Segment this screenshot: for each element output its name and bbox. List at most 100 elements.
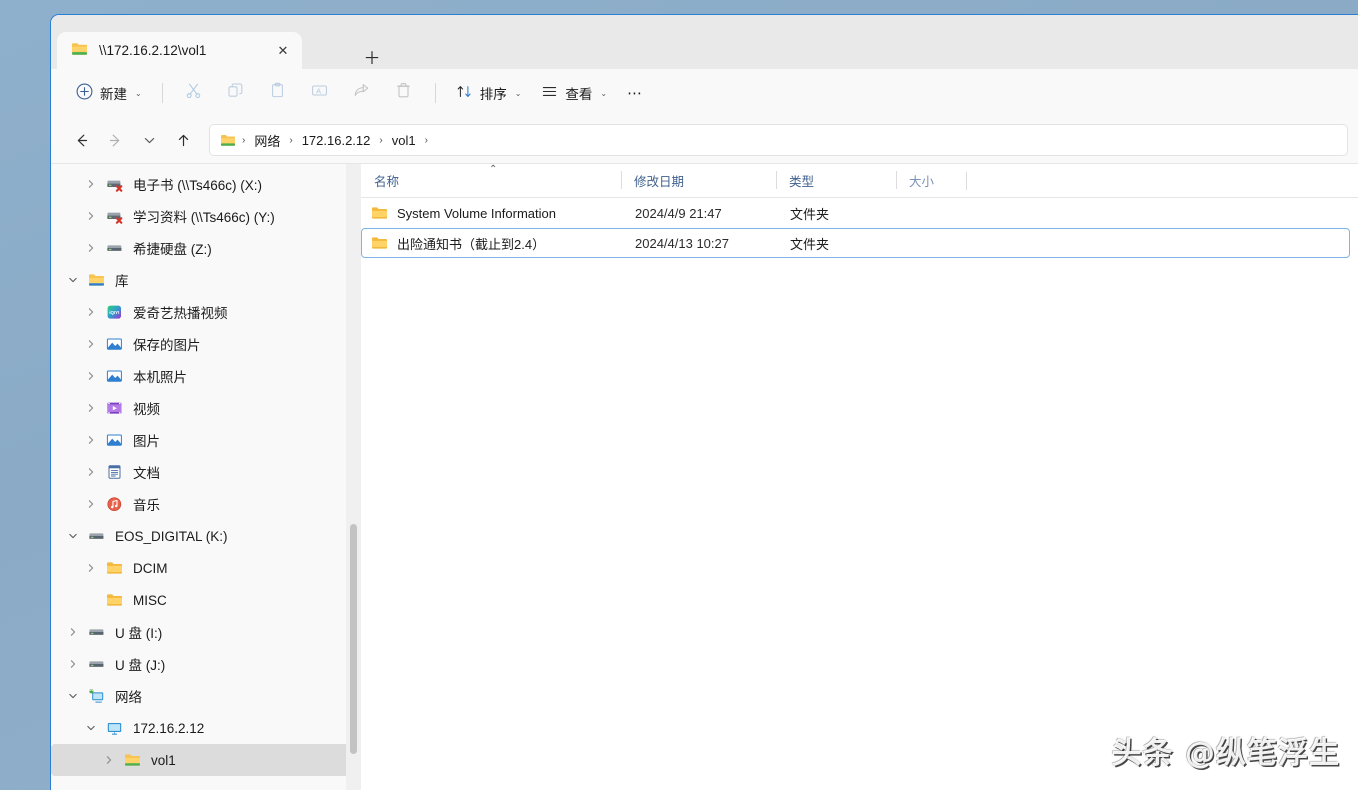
share-icon: [353, 82, 370, 104]
nav-scrollbar[interactable]: [346, 164, 361, 790]
svg-text:iQIYI: iQIYI: [109, 310, 119, 315]
nav-item-label: 爱奇艺热播视频: [133, 306, 228, 321]
rename-icon: A: [311, 82, 328, 104]
file-name-cell[interactable]: 出险通知书（截止到2.4）: [362, 234, 622, 253]
breadcrumb-separator-0: ›: [242, 134, 246, 146]
network-folder-icon: [71, 41, 88, 61]
file-date-cell: 2024/4/9 21:47: [635, 205, 722, 221]
network-drive-disconnected-icon: [103, 176, 125, 192]
chevron-right-icon[interactable]: [79, 467, 103, 477]
tab-vol1[interactable]: \\172.16.2.12\vol1 ✕: [57, 32, 302, 69]
nav-item-13[interactable]: MISC: [51, 584, 357, 616]
library-folder-icon: [85, 272, 107, 288]
chevron-down-icon[interactable]: [61, 691, 85, 701]
nav-item-4[interactable]: iQIYI 爱奇艺热播视频: [51, 296, 357, 328]
nav-item-1[interactable]: 学习资料 (\\Ts466c) (Y:): [51, 200, 357, 232]
recent-locations-button[interactable]: [133, 124, 165, 156]
breadcrumb-item-0[interactable]: 网络: [249, 129, 285, 152]
folder-icon: [103, 592, 125, 608]
file-list: System Volume Information 2024/4/9 21:47 文…: [361, 198, 1358, 258]
column-header-size[interactable]: 大小: [896, 163, 976, 197]
file-explorer-window: \\172.16.2.12\vol1 ✕ ＋ 新建 ⌄ A 排序 ⌄ 查看 ⌄ …: [50, 14, 1358, 790]
chevron-right-icon[interactable]: [61, 659, 85, 669]
column-header-date[interactable]: 修改日期: [621, 163, 776, 197]
chevron-right-icon[interactable]: [79, 499, 103, 509]
breadcrumb-item-2[interactable]: vol1: [387, 131, 421, 150]
nav-item-10[interactable]: 音乐: [51, 488, 357, 520]
nav-item-2[interactable]: 希捷硬盘 (Z:): [51, 232, 357, 264]
chevron-right-icon[interactable]: [79, 339, 103, 349]
nav-item-16[interactable]: 网络: [51, 680, 357, 712]
column-header-type[interactable]: 类型: [776, 163, 896, 197]
column-headers: 名称 修改日期 类型 大小 ⌃: [361, 164, 1358, 198]
file-date-cell: 2024/4/13 10:27: [635, 235, 729, 251]
chevron-right-icon[interactable]: [61, 627, 85, 637]
sort-icon: [456, 83, 473, 103]
file-name-cell[interactable]: System Volume Information: [362, 205, 622, 221]
chevron-right-icon[interactable]: [79, 563, 103, 573]
scissors-icon: [185, 82, 202, 104]
nav-scrollbar-thumb[interactable]: [350, 524, 357, 754]
nav-item-label: 网络: [115, 690, 142, 705]
explorer-body: 电子书 (\\Ts466c) (X:) 学习资料 (\\Ts466c) (Y:) 希…: [51, 163, 1358, 790]
forward-button[interactable]: [99, 124, 131, 156]
chevron-down-icon[interactable]: [61, 275, 85, 285]
share-button[interactable]: [342, 77, 382, 109]
nav-item-14[interactable]: U 盘 (I:): [51, 616, 357, 648]
nav-item-label: 学习资料 (\\Ts466c) (Y:): [133, 210, 275, 225]
table-row[interactable]: 出险通知书（截止到2.4） 2024/4/13 10:27 文件夹: [361, 228, 1350, 258]
sort-button[interactable]: 排序 ⌄: [447, 77, 531, 109]
breadcrumb[interactable]: › 网络 › 172.16.2.12 › vol1 ›: [209, 124, 1348, 156]
nav-item-5[interactable]: 保存的图片: [51, 328, 357, 360]
sort-button-label: 排序: [479, 87, 507, 102]
chevron-right-icon[interactable]: [79, 371, 103, 381]
chevron-right-icon[interactable]: [79, 179, 103, 189]
nav-item-label: MISC: [133, 592, 167, 608]
table-row[interactable]: System Volume Information 2024/4/9 21:47 文…: [361, 198, 1350, 228]
tab-title: \\172.16.2.12\vol1: [99, 43, 207, 58]
chevron-down-icon: ⌄: [514, 88, 522, 98]
back-button[interactable]: [65, 124, 97, 156]
nav-item-12[interactable]: DCIM: [51, 552, 357, 584]
view-list-icon: [541, 83, 558, 103]
desktop-background: \\172.16.2.12\vol1 ✕ ＋ 新建 ⌄ A 排序 ⌄ 查看 ⌄ …: [0, 0, 1358, 790]
network-folder-icon: [121, 752, 143, 768]
nav-item-9[interactable]: 文档: [51, 456, 357, 488]
nav-item-7[interactable]: 视频: [51, 392, 357, 424]
chevron-right-icon[interactable]: [79, 403, 103, 413]
nav-item-label: 文档: [133, 466, 160, 481]
rename-button[interactable]: A: [300, 77, 340, 109]
new-tab-button[interactable]: ＋: [358, 42, 386, 70]
up-button[interactable]: [167, 124, 199, 156]
chevron-right-icon[interactable]: [79, 211, 103, 221]
more-options-button[interactable]: ⋯: [618, 77, 652, 109]
trash-icon: [395, 82, 412, 104]
chevron-right-icon[interactable]: [97, 755, 121, 765]
nav-item-3[interactable]: 库: [51, 264, 357, 296]
navigation-pane: 电子书 (\\Ts466c) (X:) 学习资料 (\\Ts466c) (Y:) 希…: [51, 164, 361, 790]
breadcrumb-separator-2: ›: [379, 134, 383, 146]
chevron-right-icon[interactable]: [79, 243, 103, 253]
breadcrumb-item-1[interactable]: 172.16.2.12: [297, 131, 376, 150]
chevron-down-icon[interactable]: [61, 531, 85, 541]
folder-icon: [371, 205, 388, 221]
nav-item-17[interactable]: 172.16.2.12: [51, 712, 357, 744]
nav-item-15[interactable]: U 盘 (J:): [51, 648, 357, 680]
nav-item-6[interactable]: 本机照片: [51, 360, 357, 392]
close-icon[interactable]: ✕: [270, 38, 296, 64]
nav-item-11[interactable]: EOS_DIGITAL (K:): [51, 520, 357, 552]
paste-button[interactable]: [258, 77, 298, 109]
chevron-right-icon[interactable]: [79, 307, 103, 317]
cut-button[interactable]: [174, 77, 214, 109]
copy-button[interactable]: [216, 77, 256, 109]
chevron-down-icon: ⌄: [135, 88, 142, 98]
view-button[interactable]: 查看 ⌄: [532, 77, 616, 109]
chevron-down-icon[interactable]: [79, 723, 103, 733]
chevron-right-icon[interactable]: [79, 435, 103, 445]
nav-item-0[interactable]: 电子书 (\\Ts466c) (X:): [51, 168, 357, 200]
nav-item-18[interactable]: vol1: [51, 744, 357, 776]
nav-item-8[interactable]: 图片: [51, 424, 357, 456]
delete-button[interactable]: [384, 77, 424, 109]
computer-icon: [103, 720, 125, 736]
new-button[interactable]: 新建 ⌄: [67, 77, 151, 109]
